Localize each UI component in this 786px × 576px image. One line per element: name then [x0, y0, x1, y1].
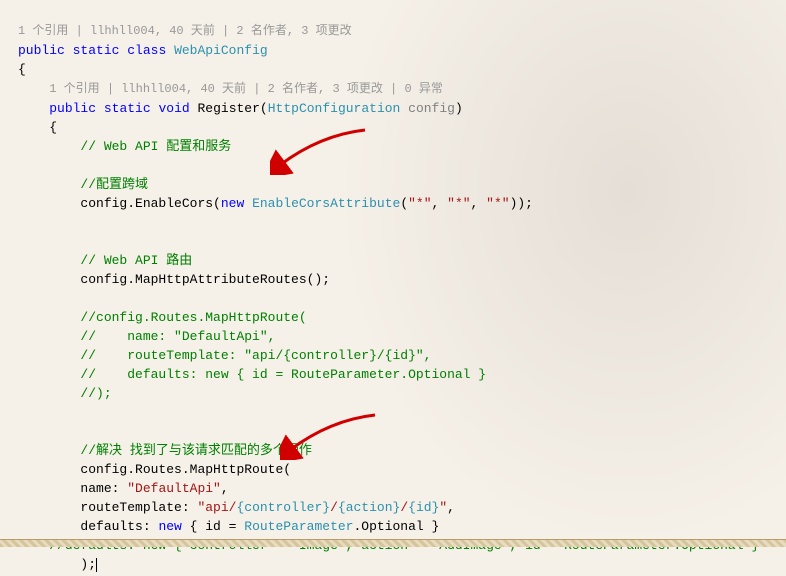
codelens-outer[interactable]: 1 个引用 | llhhll004, 40 天前 | 2 名作者, 3 项更改: [18, 24, 352, 38]
code-mapattrroutes: config.MapHttpAttributeRoutes();: [80, 272, 330, 287]
type-enablecorsattribute: EnableCorsAttribute: [252, 196, 400, 211]
str-defaultapi: "DefaultApi": [127, 481, 221, 496]
code-editor[interactable]: 1 个引用 | llhhll004, 40 天前 | 2 名作者, 3 项更改 …: [0, 0, 786, 576]
comment-solve-multi: //解决 找到了与该请求匹配的多个操作: [80, 443, 311, 458]
type-webapiconfig: WebApiConfig: [174, 43, 268, 58]
brace-open: {: [18, 62, 26, 77]
param-config: config: [408, 101, 455, 116]
codelens-inner[interactable]: 1 个引用 | llhhll004, 40 天前 | 2 名作者, 3 项更改 …: [49, 82, 443, 96]
method-register: Register: [198, 101, 260, 116]
comment-config-services: // Web API 配置和服务: [80, 139, 231, 154]
comment-route1: //config.Routes.MapHttpRoute(: [80, 310, 306, 325]
text-caret: [96, 558, 97, 572]
comment-route3: // routeTemplate: "api/{controller}/{id}…: [80, 348, 431, 363]
type-httpconfiguration: HttpConfiguration: [268, 101, 401, 116]
comment-route4: // defaults: new { id = RouteParameter.O…: [80, 367, 486, 382]
comment-route2: // name: "DefaultApi",: [80, 329, 275, 344]
kw-static: static: [73, 43, 120, 58]
window-border: [0, 539, 786, 547]
kw-public: public: [18, 43, 65, 58]
code-enablecors: config.EnableCors: [80, 196, 213, 211]
comment-routes: // Web API 路由: [80, 253, 192, 268]
comment-route5: //);: [80, 386, 111, 401]
kw-class: class: [127, 43, 166, 58]
comment-cors: //配置跨域: [80, 177, 148, 192]
code-maphttproute: config.Routes.MapHttpRoute(: [80, 462, 291, 477]
